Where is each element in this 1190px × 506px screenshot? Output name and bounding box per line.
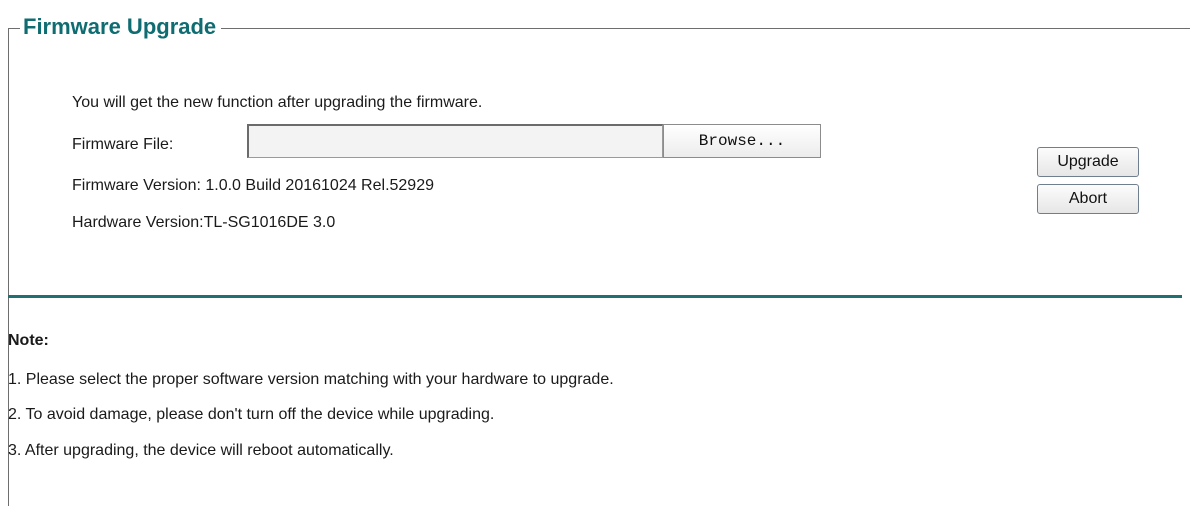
firmware-version-text: Firmware Version: 1.0.0 Build 20161024 R… bbox=[72, 177, 434, 194]
note-item: 2. To avoid damage, please don't turn of… bbox=[8, 406, 495, 423]
note-item: 3. After upgrading, the device will rebo… bbox=[8, 442, 394, 459]
note-title: Note: bbox=[8, 332, 49, 349]
page-title: Firmware Upgrade bbox=[20, 13, 222, 41]
firmware-file-field[interactable] bbox=[247, 124, 663, 158]
intro-text: You will get the new function after upgr… bbox=[72, 94, 483, 111]
browse-button[interactable]: Browse... bbox=[663, 124, 821, 158]
hardware-version-text: Hardware Version:TL-SG1016DE 3.0 bbox=[72, 214, 336, 231]
abort-button[interactable]: Abort bbox=[1037, 184, 1139, 214]
note-item: 1. Please select the proper software ver… bbox=[8, 371, 614, 388]
upgrade-button[interactable]: Upgrade bbox=[1037, 147, 1139, 177]
section-divider bbox=[8, 295, 1182, 298]
firmware-file-label: Firmware File: bbox=[72, 136, 174, 153]
